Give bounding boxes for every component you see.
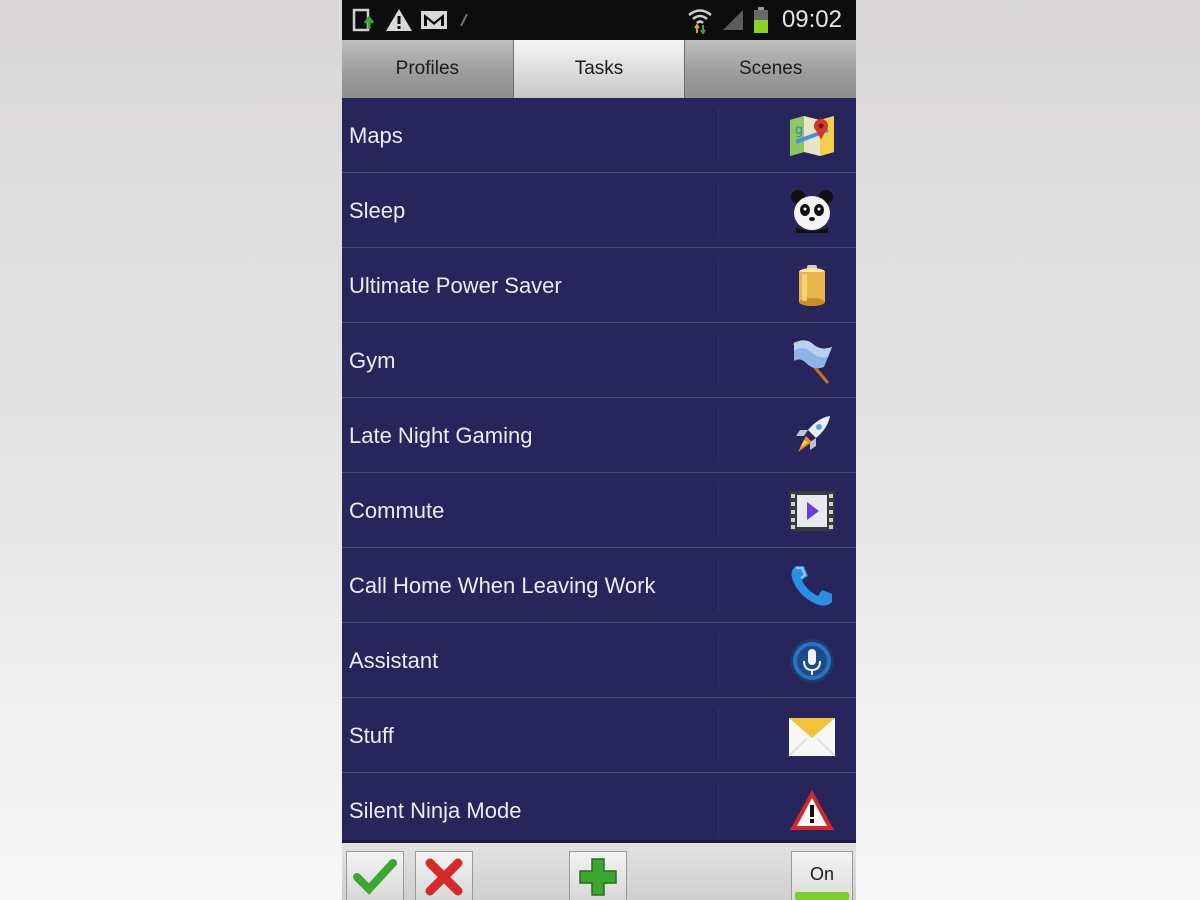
task-row-gym[interactable]: Gym [342, 323, 856, 398]
toggle-label: On [809, 864, 834, 884]
toggle-indicator [795, 892, 849, 900]
status-time: 09:02 [781, 6, 842, 33]
row-divider [718, 483, 719, 537]
warning-icon[interactable] [786, 785, 838, 837]
task-label: Assistant [349, 648, 439, 673]
row-divider [718, 183, 719, 237]
mail-icon [419, 0, 449, 40]
task-label: Commute [349, 498, 445, 523]
phone-icon[interactable] [786, 560, 838, 612]
task-label: Sleep [349, 198, 406, 223]
tab-profiles[interactable]: Profiles [342, 40, 514, 98]
row-divider [718, 633, 719, 687]
task-row-silent-ninja-mode[interactable]: Silent Ninja Mode [342, 773, 856, 848]
wifi-icon [686, 0, 714, 40]
close-icon [425, 858, 463, 896]
enable-toggle[interactable]: On [791, 851, 853, 900]
task-row-assistant[interactable]: Assistant [342, 623, 856, 698]
battery-cell-icon[interactable] [786, 260, 838, 312]
row-divider [718, 258, 719, 312]
row-divider [718, 408, 719, 462]
download-icon [350, 0, 378, 40]
rocket-icon[interactable] [786, 410, 838, 462]
task-row-commute[interactable]: Commute [342, 473, 856, 548]
maps-icon[interactable]: g [786, 110, 838, 162]
battery-icon [750, 0, 772, 40]
task-label: Call Home When Leaving Work [349, 573, 656, 598]
signal-small-icon [457, 0, 471, 40]
task-row-late-night-gaming[interactable]: Late Night Gaming [342, 398, 856, 473]
task-label: Ultimate Power Saver [349, 273, 562, 298]
row-divider [718, 783, 719, 837]
accept-button[interactable] [346, 851, 404, 900]
svg-text:g: g [795, 123, 803, 138]
tab-scenes[interactable]: Scenes [685, 40, 856, 98]
tab-bar: Profiles Tasks Scenes [342, 40, 856, 98]
status-bar: 09:02 [342, 0, 856, 40]
task-label: Maps [349, 123, 403, 148]
row-divider [718, 558, 719, 612]
panda-icon[interactable] [786, 185, 838, 237]
task-label: Stuff [349, 723, 394, 748]
add-button[interactable] [569, 851, 627, 900]
phone-screen: 09:02 Profiles Tasks Scenes Maps g Sleep… [342, 0, 856, 900]
plus-icon [579, 858, 617, 896]
video-play-icon[interactable] [786, 485, 838, 537]
task-list: Maps g Sleep Ultimate Power Saver Gym La… [342, 98, 856, 848]
task-row-call-home-when-leaving-work[interactable]: Call Home When Leaving Work [342, 548, 856, 623]
task-label: Silent Ninja Mode [349, 798, 522, 823]
row-divider [718, 108, 719, 162]
tab-tasks[interactable]: Tasks [513, 40, 686, 98]
task-row-sleep[interactable]: Sleep [342, 173, 856, 248]
row-divider [718, 708, 719, 762]
flag-icon[interactable] [786, 335, 838, 387]
warning-icon [384, 0, 414, 40]
cell-signal-icon [720, 0, 746, 40]
task-row-stuff[interactable]: Stuff [342, 698, 856, 773]
task-row-maps[interactable]: Maps g [342, 98, 856, 173]
bottom-toolbar: On [342, 840, 856, 900]
row-divider [718, 333, 719, 387]
task-row-ultimate-power-saver[interactable]: Ultimate Power Saver [342, 248, 856, 323]
microphone-icon[interactable] [786, 635, 838, 687]
check-icon [353, 859, 397, 895]
task-label: Gym [349, 348, 396, 373]
envelope-icon[interactable] [786, 710, 838, 762]
delete-button[interactable] [415, 851, 473, 900]
task-label: Late Night Gaming [349, 423, 533, 448]
